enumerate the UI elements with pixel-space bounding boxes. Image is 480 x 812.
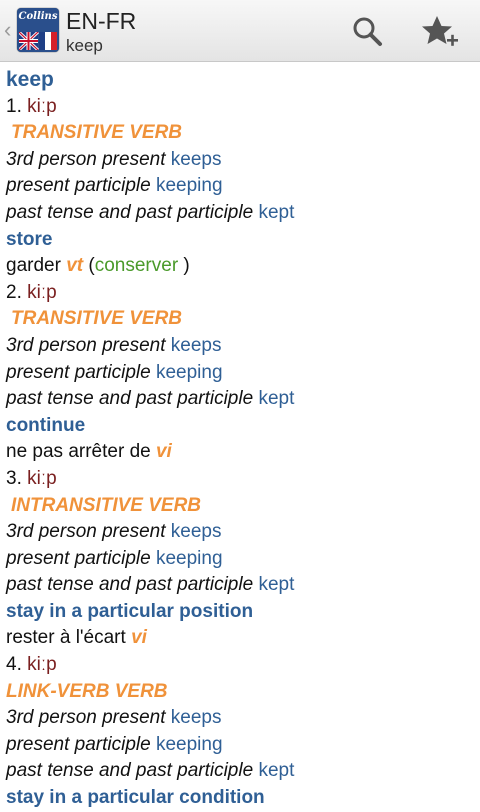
form-label: 3rd person present — [6, 521, 166, 543]
phonetic: kiːp — [27, 95, 57, 117]
form-link[interactable]: keeping — [156, 175, 223, 196]
sense-header: 3. kiːp — [6, 466, 476, 493]
phonetic: kiːp — [27, 281, 57, 303]
logo-text: Collins — [18, 11, 58, 22]
sense-header: 4. kiːp — [6, 652, 476, 679]
collins-logo[interactable]: Collins — [17, 8, 59, 52]
form-link[interactable]: keeping — [156, 734, 223, 755]
part-of-speech: TRANSITIVE VERB — [11, 308, 183, 330]
sense-number: 1. — [6, 95, 22, 117]
form-link[interactable]: keeps — [171, 707, 222, 728]
sense-number: 2. — [6, 281, 22, 303]
form-link[interactable]: keeps — [171, 521, 222, 542]
form-label: 3rd person present — [6, 707, 166, 729]
form-label: past tense and past participle — [6, 760, 254, 782]
sense-meaning: continue — [6, 414, 86, 436]
back-chevron-icon[interactable]: ‹ — [4, 16, 11, 44]
grammar-tag: vi — [131, 627, 147, 649]
translation: ne pas arrêter de vi — [6, 439, 476, 466]
translation-text: garder — [6, 255, 61, 277]
sense-header: 1. kiːp — [6, 94, 476, 121]
form-label: 3rd person present — [6, 148, 166, 170]
headword: keep — [6, 68, 54, 91]
form-link[interactable]: keeps — [171, 335, 222, 356]
form-label: past tense and past participle — [6, 201, 254, 223]
sense-number: 3. — [6, 467, 22, 489]
sense-meaning: stay in a particular condition — [6, 787, 265, 809]
translation-text: rester à l'écart — [6, 627, 126, 649]
current-word: keep — [66, 36, 103, 55]
form-link[interactable]: kept — [258, 760, 294, 781]
form-label: past tense and past participle — [6, 574, 254, 596]
flags-icon — [19, 32, 57, 50]
dictionary-title: EN-FR — [66, 8, 137, 34]
form-link[interactable]: keeps — [171, 149, 222, 170]
form-label: 3rd person present — [6, 334, 166, 356]
translation-text: ne pas arrêter de — [6, 441, 151, 463]
star-add-icon — [422, 16, 458, 46]
form-label: present participle — [6, 733, 151, 755]
sense-number: 4. — [6, 654, 22, 676]
form-link[interactable]: keeping — [156, 362, 223, 383]
search-button[interactable] — [346, 10, 390, 54]
search-icon — [353, 17, 382, 46]
paren-close: ) — [183, 255, 190, 277]
form-label: present participle — [6, 361, 151, 383]
form-label: past tense and past participle — [6, 388, 254, 410]
phonetic: kiːp — [27, 654, 57, 676]
form-label: present participle — [6, 547, 151, 569]
grammar-tag: vi — [155, 441, 172, 463]
sense-meaning: stay in a particular position — [6, 600, 254, 622]
grammar-tag: vt — [66, 255, 84, 277]
part-of-speech: TRANSITIVE VERB — [11, 122, 183, 144]
form-link[interactable]: kept — [258, 574, 294, 595]
form-link[interactable]: kept — [258, 202, 294, 223]
action-bar: ‹ Collins EN-FR keep — [0, 0, 480, 62]
part-of-speech: INTRANSITIVE VERB — [11, 494, 202, 516]
translation: garder vt (conserver ) — [6, 253, 476, 280]
part-of-speech: LINK-VERB VERB — [6, 680, 168, 702]
context-link[interactable]: conserver — [95, 255, 178, 276]
add-favorite-button[interactable] — [418, 10, 462, 54]
form-link[interactable]: kept — [258, 388, 294, 409]
form-link[interactable]: keeping — [156, 548, 223, 569]
form-label: present participle — [6, 175, 151, 197]
phonetic: kiːp — [27, 467, 57, 489]
dictionary-entry: keep 1. kiːp TRANSITIVE VERB 3rd person … — [6, 67, 476, 812]
sense-meaning: store — [6, 228, 53, 250]
translation: rester à l'écart vi — [6, 625, 476, 652]
sense-header: 2. kiːp — [6, 280, 476, 307]
